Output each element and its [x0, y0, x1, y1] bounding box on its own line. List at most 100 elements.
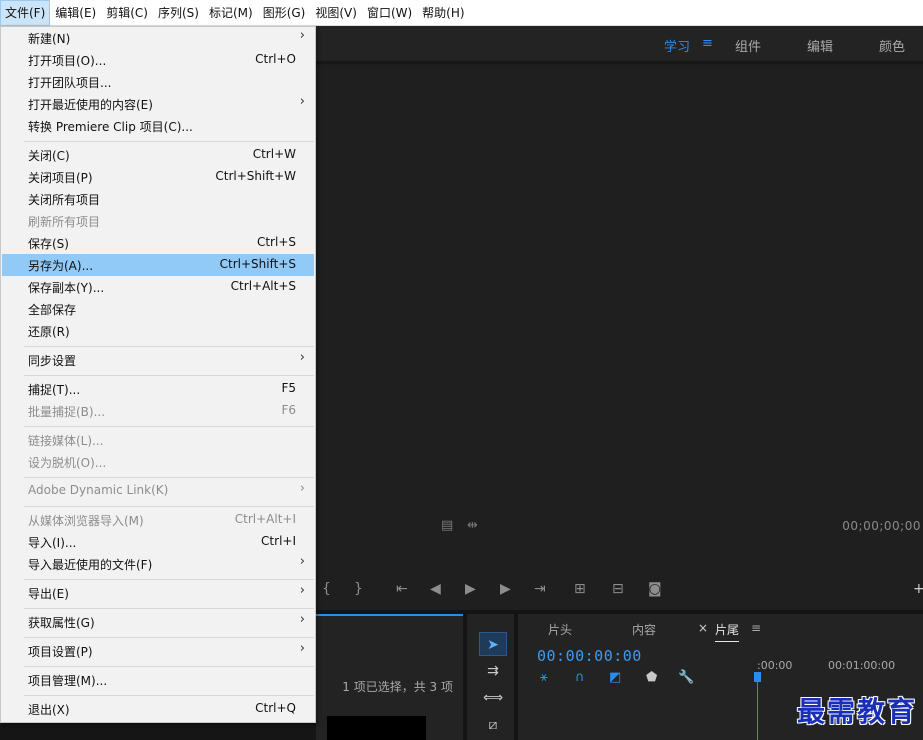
menu-item-label: 另存为(A)... [28, 259, 94, 273]
menu-graphics[interactable]: 图形(G) [258, 0, 311, 26]
mark-in-icon[interactable]: { [322, 581, 331, 597]
menu-item-capture[interactable]: 捕捉(T)... F5 [2, 378, 314, 400]
playhead-line [757, 674, 758, 740]
menu-item-label: 新建(N) [28, 32, 71, 46]
menu-window[interactable]: 窗口(W) [362, 0, 417, 26]
menu-sequence[interactable]: 序列(S) [153, 0, 204, 26]
workspace-tab-color[interactable]: 颜色 [879, 36, 905, 55]
wrench-icon[interactable]: 🔧 [678, 670, 694, 685]
track-select-tool-icon[interactable]: ⇉ [479, 659, 507, 683]
fit-icon[interactable]: ⇹ [467, 518, 478, 533]
go-to-out-icon[interactable]: ⇥ [534, 581, 546, 597]
menu-markers[interactable]: 标记(M) [204, 0, 258, 26]
tools-panel: ➤ ⇉ ⟺ ⧄ [463, 614, 518, 740]
menu-item-label: 导入(I)... [28, 536, 77, 550]
menu-item-close[interactable]: 关闭(C) Ctrl+W [2, 144, 314, 166]
menu-item-dynamic-link: Adobe Dynamic Link(K) › [2, 480, 314, 502]
menu-item-shortcut: Ctrl+S [256, 235, 296, 249]
menu-item-get-properties[interactable]: 获取属性(G) › [2, 611, 314, 633]
menu-item-revert[interactable]: 还原(R) [2, 320, 314, 342]
menu-separator [24, 506, 314, 507]
menu-item-label: 链接媒体(L)... [28, 434, 104, 448]
menu-item-export[interactable]: 导出(E) › [2, 582, 314, 604]
settings-icon[interactable]: ▤ [441, 518, 453, 533]
workspace-tab-learn[interactable]: 学习 [664, 36, 690, 55]
menu-item-close-project[interactable]: 关闭项目(P) Ctrl+Shift+W [2, 166, 314, 188]
menu-item-project-settings[interactable]: 项目设置(P) › [2, 640, 314, 662]
timeline-menu-icon[interactable]: ≡ [751, 621, 761, 635]
snap-icon[interactable]: ∩ [575, 670, 585, 685]
selection-tool-icon[interactable]: ➤ [479, 632, 507, 656]
timeline-tab-ending[interactable]: 片尾 [715, 621, 740, 642]
menu-edit[interactable]: 编辑(E) [50, 0, 101, 26]
menu-item-label: 批量捕捉(B)... [28, 405, 106, 419]
menu-item-close-all-projects[interactable]: 关闭所有项目 [2, 188, 314, 210]
timeline-tab-opening[interactable]: 片头 [548, 621, 572, 638]
ripple-edit-tool-icon[interactable]: ⟺ [479, 686, 507, 710]
step-back-icon[interactable]: ◀ [430, 581, 441, 597]
menu-item-label: Adobe Dynamic Link(K) [28, 483, 169, 497]
menu-item-label: 导入最近使用的文件(F) [28, 558, 153, 572]
menu-separator [24, 477, 314, 478]
menu-item-shortcut: Ctrl+Alt+S [230, 279, 296, 293]
menu-item-label: 转换 Premiere Clip 项目(C)... [28, 120, 193, 134]
menu-item-label: 打开团队项目... [28, 76, 112, 90]
insert-icon[interactable]: ⊞ [574, 581, 586, 597]
menu-item-shortcut: Ctrl+O [255, 52, 296, 66]
clip-thumbnail[interactable] [327, 716, 426, 740]
play-icon[interactable]: ▶ [465, 581, 476, 597]
add-marker-icon[interactable]: ⬟ [646, 670, 657, 685]
menu-item-label: 获取属性(G) [28, 616, 95, 630]
menu-item-sync-settings[interactable]: 同步设置 › [2, 349, 314, 371]
menu-item-label: 关闭项目(P) [28, 171, 93, 185]
menu-item-open-project[interactable]: 打开项目(O)... Ctrl+O [2, 49, 314, 71]
menu-item-save[interactable]: 保存(S) Ctrl+S [2, 232, 314, 254]
workspace-tab-editing[interactable]: 编辑 [807, 36, 833, 55]
menu-item-label: 项目管理(M)... [28, 674, 108, 688]
chevron-right-icon: › [299, 350, 305, 365]
menu-item-import[interactable]: 导入(I)... Ctrl+I [2, 531, 314, 553]
linked-selection-icon[interactable]: ◩ [609, 670, 621, 685]
menu-item-label: 关闭所有项目 [28, 193, 101, 207]
razor-tool-icon[interactable]: ⧄ [479, 713, 507, 737]
menu-item-import-recent-file[interactable]: 导入最近使用的文件(F) › [2, 553, 314, 575]
workspace-menu-icon[interactable]: ≡ [702, 36, 713, 51]
program-monitor: ▤ ⇹ 00;00;00;00 { } ⇤ ◀ ▶ ▶ ⇥ ⊞ ⊟ ◙ + [316, 67, 923, 610]
menu-item-save-all[interactable]: 全部保存 [2, 298, 314, 320]
mark-out-icon[interactable]: } [354, 581, 363, 597]
menu-item-label: 从媒体浏览器导入(M) [28, 514, 144, 528]
go-to-in-icon[interactable]: ⇤ [396, 581, 408, 597]
menu-view[interactable]: 视图(V) [310, 0, 362, 26]
add-button-icon[interactable]: + [913, 581, 923, 597]
menu-help[interactable]: 帮助(H) [417, 0, 469, 26]
chevron-right-icon: › [299, 612, 305, 627]
camera-icon[interactable]: ◙ [648, 581, 662, 597]
menu-separator [24, 608, 314, 609]
menu-bar: 文件(F) 编辑(E) 剪辑(C) 序列(S) 标记(M) 图形(G) 视图(V… [0, 0, 923, 26]
overwrite-icon[interactable]: ⊟ [612, 581, 624, 597]
menu-separator [24, 375, 314, 376]
timeline-timecode[interactable]: 00:00:00:00 [537, 647, 642, 665]
menu-item-label: 保存副本(Y)... [28, 281, 105, 295]
menu-item-label: 同步设置 [28, 354, 77, 368]
menu-item-label: 打开最近使用的内容(E) [28, 98, 153, 112]
menu-clip[interactable]: 剪辑(C) [101, 0, 153, 26]
menu-item-convert-clip[interactable]: 转换 Premiere Clip 项目(C)... [2, 115, 314, 137]
menu-file[interactable]: 文件(F) [0, 0, 51, 26]
menu-item-open-recent[interactable]: 打开最近使用的内容(E) › [2, 93, 314, 115]
menu-item-import-from-media-browser: 从媒体浏览器导入(M) Ctrl+Alt+I [2, 509, 314, 531]
monitor-timecode: 00;00;00;00 [842, 519, 921, 533]
timeline-tab-content[interactable]: 内容 [632, 621, 656, 638]
menu-item-exit[interactable]: 退出(X) Ctrl+Q [2, 698, 314, 720]
menu-item-project-manager[interactable]: 项目管理(M)... [2, 669, 314, 691]
nest-icon[interactable]: ⚹ [540, 670, 548, 685]
menu-item-shortcut: Ctrl+Shift+W [215, 169, 296, 183]
menu-item-save-copy[interactable]: 保存副本(Y)... Ctrl+Alt+S [2, 276, 314, 298]
step-forward-icon[interactable]: ▶ [500, 581, 511, 597]
menu-item-new[interactable]: 新建(N) › [2, 27, 314, 49]
menu-item-save-as[interactable]: 另存为(A)... Ctrl+Shift+S [2, 254, 314, 276]
chevron-right-icon: › [299, 554, 305, 569]
workspace-tab-assembly[interactable]: 组件 [735, 36, 761, 55]
close-icon[interactable]: × [698, 621, 708, 635]
menu-item-open-team-project[interactable]: 打开团队项目... [2, 71, 314, 93]
